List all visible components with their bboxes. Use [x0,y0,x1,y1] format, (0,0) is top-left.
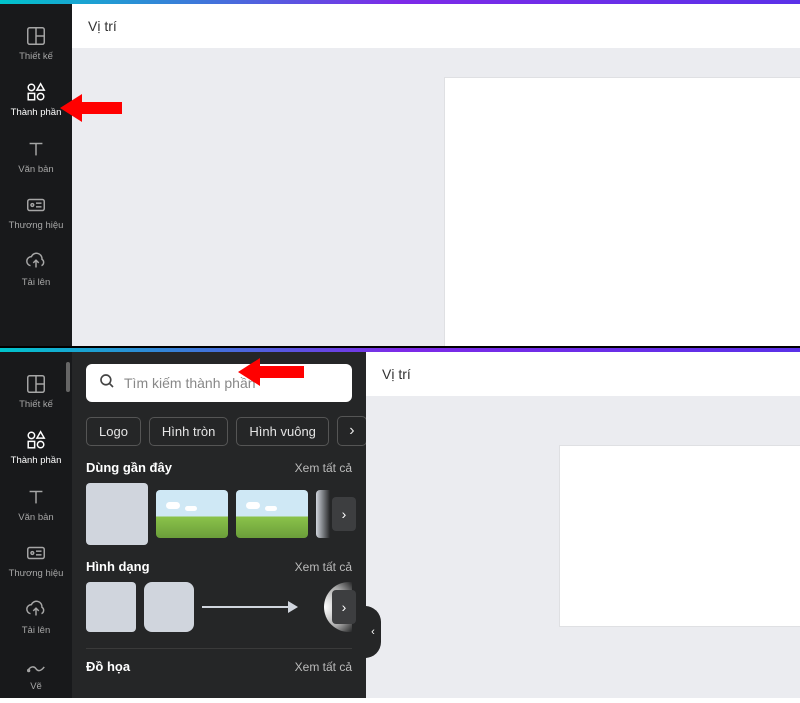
sidebar-item-label: Thiết kế [19,52,53,62]
recent-item[interactable] [86,483,148,545]
recent-thumbnails: › [86,483,352,545]
tutorial-arrow [258,366,304,378]
position-button[interactable]: Vị trí [88,18,117,34]
see-all-link[interactable]: Xem tất cả [295,461,352,475]
design-canvas[interactable] [445,78,800,346]
text-icon [24,137,48,161]
cloud-upload-icon [24,250,48,274]
section-recent: Dùng gần đây Xem tất cả › [86,460,352,545]
shape-arrow-line[interactable] [202,606,290,608]
sidebar-item-label: Tải lên [22,626,51,636]
position-button[interactable]: Vị trí [382,366,411,382]
left-sidebar: Thiết kế Thành phần Văn bản Thương hiệu … [0,352,72,698]
search-icon [98,372,116,395]
shapes-icon [24,80,48,104]
brand-icon [24,541,48,565]
chevron-right-icon: › [342,506,347,522]
sidebar-item-design[interactable]: Thiết kế [0,364,72,420]
sidebar-item-label: Thương hiệu [9,221,64,231]
sidebar-item-brand[interactable]: Thương hiệu [0,185,72,241]
sidebar-item-upload[interactable]: Tải lên [0,590,72,646]
tutorial-arrow [80,102,122,114]
cloud-upload-icon [24,598,48,622]
section-title: Hình dạng [86,559,150,574]
sidebar-item-label: Tải lên [22,278,51,288]
sidebar-item-text[interactable]: Văn bản [0,477,72,533]
sidebar-item-elements[interactable]: Thành phần [0,420,72,476]
section-title: Dùng gần đây [86,460,172,475]
chip-square[interactable]: Hình vuông [236,417,329,446]
sidebar-item-design[interactable]: Thiết kế [0,16,72,72]
chevron-left-icon: ‹ [371,626,375,638]
top-toolbar: Vị trí [72,4,800,48]
shape-thumbnails: › [86,582,352,632]
layout-icon [24,372,48,396]
shapes-icon [24,428,48,452]
section-shapes: Hình dạng Xem tất cả › [86,559,352,632]
suggestion-chips: Logo Hình tròn Hình vuông › [86,416,352,446]
text-icon [24,485,48,509]
sidebar-item-label: Thành phần [11,456,62,466]
sidebar-item-text[interactable]: Văn bản [0,129,72,185]
main-area: Vị trí [72,4,800,346]
chevron-right-icon: › [349,422,354,440]
sidebar-item-brand[interactable]: Thương hiệu [0,533,72,589]
top-toolbar: Vị trí [366,352,800,396]
elements-panel: Logo Hình tròn Hình vuông › Dùng gần đây… [72,352,366,698]
section-title: Đồ họa [86,659,130,674]
tutorial-step-2: Thiết kế Thành phần Văn bản Thương hiệu … [0,348,800,698]
recent-item[interactable] [236,490,308,538]
shape-square[interactable] [86,582,136,632]
shape-square-rounded[interactable] [144,582,194,632]
chip-circle[interactable]: Hình tròn [149,417,228,446]
sidebar-item-draw[interactable]: Vẽ [0,646,72,702]
sidebar-item-label: Thành phần [11,108,62,118]
see-all-link[interactable]: Xem tất cả [295,660,352,674]
sidebar-item-label: Văn bản [18,513,53,523]
row-scroll-right[interactable]: › [332,590,356,624]
section-graphics: Đồ họa Xem tất cả [86,659,352,674]
search-input[interactable] [124,375,340,391]
left-sidebar: Thiết kế Thành phần Văn bản Thương hiệu … [0,4,72,346]
draw-icon [24,654,48,678]
design-canvas[interactable] [560,446,800,626]
chevron-right-icon: › [342,599,347,615]
sidebar-item-label: Văn bản [18,165,53,175]
tutorial-step-1: Thiết kế Thành phần Văn bản Thương hiệu … [0,0,800,348]
layout-icon [24,24,48,48]
canvas-viewport[interactable]: ‹ [366,396,800,698]
panel-collapse-button[interactable]: ‹ [366,606,381,658]
chip-logo[interactable]: Logo [86,417,141,446]
row-scroll-right[interactable]: › [332,497,356,531]
brand-icon [24,193,48,217]
chips-scroll-right[interactable]: › [337,416,366,446]
recent-item[interactable] [156,490,228,538]
search-box[interactable] [86,364,352,402]
sidebar-item-label: Thương hiệu [9,569,64,579]
see-all-link[interactable]: Xem tất cả [295,560,352,574]
main-area: Vị trí ‹ [366,352,800,698]
section-divider [86,648,352,649]
recent-item-partial[interactable] [316,490,330,538]
sidebar-item-upload[interactable]: Tải lên [0,242,72,298]
canvas-viewport[interactable] [72,48,800,346]
sidebar-item-label: Vẽ [30,682,42,692]
sidebar-scrollbar[interactable] [66,362,70,392]
sidebar-item-label: Thiết kế [19,400,53,410]
